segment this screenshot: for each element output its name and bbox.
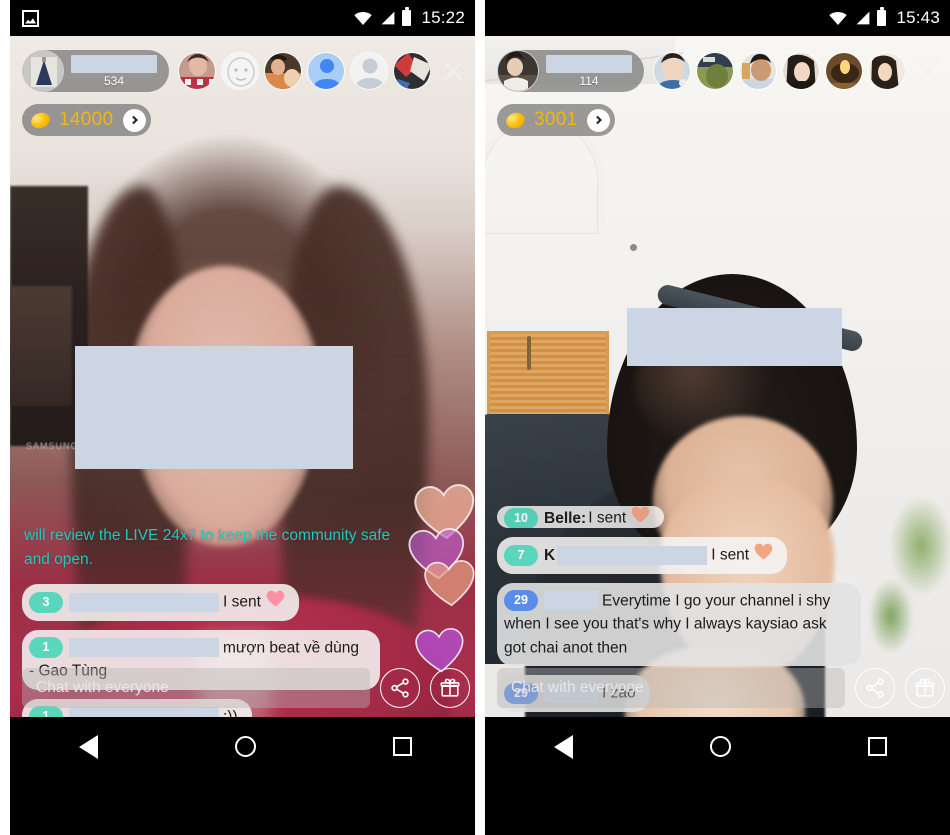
viewer-avatar[interactable] bbox=[696, 52, 734, 90]
host-pill[interactable]: 534 bbox=[22, 50, 169, 92]
status-bar-right: 15:43 bbox=[485, 0, 950, 36]
android-navigation-bar-left bbox=[10, 717, 475, 776]
host-row: 114 bbox=[497, 50, 945, 92]
level-badge: 29 bbox=[504, 590, 538, 612]
signal-icon bbox=[854, 11, 870, 25]
coin-amount: 14000 bbox=[59, 109, 114, 130]
level-badge: 7 bbox=[504, 544, 538, 566]
floating-heart-icon bbox=[422, 558, 475, 609]
home-icon[interactable] bbox=[234, 736, 256, 757]
viewer-avatar[interactable] bbox=[739, 52, 777, 90]
viewer-avatar[interactable] bbox=[178, 52, 216, 90]
status-time: 15:43 bbox=[896, 8, 940, 27]
host-name-redacted bbox=[71, 54, 157, 73]
chat-input-bar-left bbox=[10, 659, 475, 717]
face-redaction-box bbox=[75, 346, 353, 469]
status-bar-left: 15:22 bbox=[10, 0, 475, 36]
chat-message: 3 I sent bbox=[22, 584, 299, 621]
host-name-redacted bbox=[546, 54, 632, 73]
live-video-stage-left: SAMSUNG 534 14000 will review the LIVE 2… bbox=[10, 36, 475, 776]
message-username: K bbox=[544, 546, 556, 564]
home-icon[interactable] bbox=[709, 736, 731, 757]
level-badge: 3 bbox=[29, 591, 63, 613]
heart-icon bbox=[754, 543, 773, 567]
coin-balance-pill[interactable]: 14000 bbox=[22, 104, 152, 136]
safety-notice-text: will review the LIVE 24x7 to keep the co… bbox=[24, 527, 391, 568]
screenshot-icon bbox=[22, 9, 39, 27]
chat-input-bar-right bbox=[485, 659, 950, 717]
phone-screenshot-left: 15:22 SAMSUNG 534 14000 will review the … bbox=[10, 0, 475, 835]
heart-icon bbox=[631, 506, 650, 528]
host-pill[interactable]: 114 bbox=[497, 50, 644, 92]
message-text: I sent bbox=[588, 509, 627, 527]
username-redacted bbox=[69, 638, 219, 658]
recents-icon[interactable] bbox=[392, 737, 412, 756]
level-badge: 10 bbox=[504, 507, 538, 528]
viewer-avatar[interactable] bbox=[350, 52, 388, 90]
live-header-right: 114 3001 bbox=[485, 36, 950, 136]
live-video-stage-right: 114 3001 10 Belle: I sent 7 K I sent 29 … bbox=[485, 36, 950, 776]
chat-input[interactable] bbox=[497, 668, 845, 708]
viewer-count: 114 bbox=[579, 73, 599, 88]
viewer-avatar[interactable] bbox=[868, 52, 905, 90]
heart-icon bbox=[266, 590, 285, 614]
viewer-avatar[interactable] bbox=[825, 52, 863, 90]
chevron-right-icon[interactable] bbox=[123, 108, 147, 132]
level-badge: 1 bbox=[29, 637, 63, 659]
viewer-avatar[interactable] bbox=[307, 52, 345, 90]
username-redacted bbox=[69, 592, 219, 612]
android-navigation-bar-right bbox=[485, 717, 950, 776]
username-redacted bbox=[544, 591, 598, 611]
coin-icon bbox=[29, 109, 52, 131]
wifi-icon bbox=[829, 11, 848, 25]
host-avatar[interactable] bbox=[497, 50, 539, 92]
battery-icon bbox=[877, 10, 887, 26]
wifi-icon bbox=[354, 11, 373, 25]
viewer-avatar[interactable] bbox=[221, 52, 259, 90]
back-icon[interactable] bbox=[78, 734, 98, 759]
gift-button[interactable] bbox=[905, 668, 945, 708]
chat-message: 29 Everytime I go your channel i shy when… bbox=[497, 583, 861, 667]
share-button[interactable] bbox=[380, 668, 420, 708]
chat-message: 7K I sent bbox=[497, 537, 788, 574]
signal-icon bbox=[379, 11, 395, 25]
viewer-avatar[interactable] bbox=[264, 52, 302, 90]
share-button[interactable] bbox=[855, 668, 895, 708]
back-icon[interactable] bbox=[553, 734, 573, 759]
close-icon[interactable] bbox=[911, 54, 945, 88]
coin-balance-pill[interactable]: 3001 bbox=[497, 104, 616, 136]
message-text: I sent bbox=[223, 593, 261, 611]
gift-button[interactable] bbox=[430, 668, 470, 708]
viewer-avatar[interactable] bbox=[653, 52, 691, 90]
live-header-left: 534 14000 bbox=[10, 36, 475, 136]
host-avatar[interactable] bbox=[22, 50, 64, 92]
battery-icon bbox=[402, 10, 412, 26]
viewer-avatar[interactable] bbox=[393, 52, 430, 90]
message-username: Belle: bbox=[544, 509, 587, 527]
coin-amount: 3001 bbox=[534, 109, 578, 130]
recents-icon[interactable] bbox=[867, 737, 887, 756]
chevron-right-icon[interactable] bbox=[587, 108, 611, 132]
message-text: I sent bbox=[711, 546, 750, 564]
chat-input[interactable] bbox=[22, 668, 370, 708]
viewer-avatar[interactable] bbox=[782, 52, 820, 90]
host-row: 534 bbox=[22, 50, 470, 92]
screenshot-canvas: 15:22 SAMSUNG 534 14000 will review the … bbox=[0, 0, 950, 835]
viewer-avatar-list[interactable] bbox=[178, 52, 430, 90]
username-redacted bbox=[557, 545, 708, 565]
phone-screenshot-right: 15:43 114 3001 10 Belle: I sent 7 K I se… bbox=[485, 0, 950, 835]
viewer-avatar-list[interactable] bbox=[653, 52, 905, 90]
viewer-count: 534 bbox=[103, 73, 125, 88]
close-icon[interactable] bbox=[436, 54, 470, 88]
coin-icon bbox=[504, 109, 527, 131]
chat-message-clipped: 10 Belle: I sent bbox=[497, 506, 665, 528]
face-redaction-box bbox=[627, 308, 842, 366]
status-time: 15:22 bbox=[421, 8, 465, 27]
